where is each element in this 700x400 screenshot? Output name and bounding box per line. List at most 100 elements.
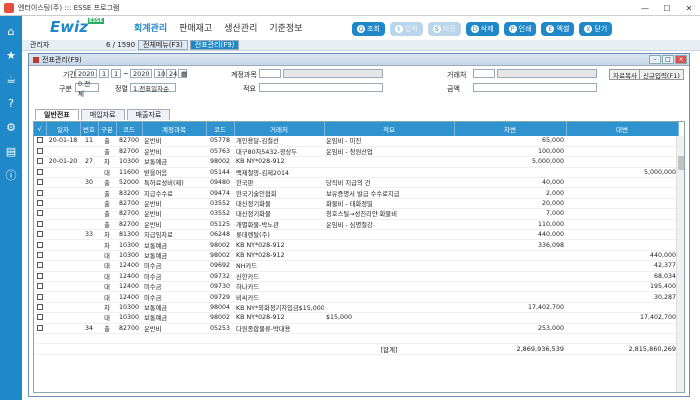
search-button[interactable]: Q 조회 — [352, 22, 385, 36]
col-type[interactable]: 구분 — [98, 122, 117, 136]
table-row[interactable]: 대 11600 받을어음 05144 백제철망-김제2014 5,000,000 — [34, 167, 678, 179]
calendar-icon[interactable]: ▦ — [178, 69, 187, 78]
tab-general-voucher[interactable]: 일반전표 — [35, 109, 79, 120]
table-row[interactable]: 출 82700 운반비 05763 대구80자5432-광상두 운임비 - 청원산업 100… — [34, 146, 678, 158]
new-entry-button[interactable]: 신규입력(F1) — [639, 69, 684, 80]
row-checkbox[interactable] — [34, 136, 46, 147]
checkbox[interactable] — [37, 220, 43, 227]
row-checkbox[interactable] — [34, 302, 46, 314]
row-checkbox[interactable] — [34, 323, 46, 334]
from-month[interactable]: 1 — [99, 69, 109, 78]
help-icon[interactable]: ? — [8, 94, 14, 112]
row-checkbox[interactable] — [34, 250, 46, 262]
table-row[interactable]: 34 출 82700 운반비 05253 다원종합물류-박대용 253,000 — [34, 323, 678, 334]
checkbox[interactable] — [37, 272, 43, 279]
save-button[interactable]: S 저장 — [427, 22, 461, 36]
sort-select[interactable]: 1.전표일자순 — [130, 83, 176, 93]
table-row[interactable]: 30 출 52000 특허료성비(제) 09480 한국판 당직비 지급의 건 40,000 — [34, 177, 678, 189]
from-day[interactable]: 1 — [111, 69, 121, 78]
checkbox[interactable] — [37, 158, 43, 165]
row-checkbox[interactable] — [34, 260, 46, 272]
table-row[interactable]: 33 차 81300 지급임차료 06248 롯데렌탈(주) 440,000 — [34, 229, 678, 241]
checkbox[interactable] — [37, 293, 43, 300]
col-check[interactable]: √ — [34, 122, 47, 136]
checkbox[interactable] — [37, 148, 43, 155]
tab-purchase[interactable]: 매입자료 — [80, 109, 125, 120]
row-checkbox[interactable] — [34, 198, 46, 210]
menu-accounting[interactable]: 회계관리 — [134, 21, 167, 34]
minimize-button[interactable]: — — [634, 0, 656, 16]
checkbox[interactable] — [37, 262, 43, 269]
col-vendor[interactable]: 거래처 — [234, 122, 325, 136]
checkbox[interactable] — [37, 200, 43, 207]
insert-button[interactable]: I 입력 — [389, 22, 423, 36]
row-checkbox[interactable] — [34, 219, 46, 231]
table-row[interactable]: 출 83200 지급수수료 09474 한국기술인협회 보유증명서 발급 수수료지급 2,0… — [34, 187, 678, 199]
row-checkbox[interactable] — [34, 239, 46, 251]
to-day[interactable]: 24 — [166, 69, 177, 78]
row-checkbox[interactable] — [34, 312, 46, 324]
sub-close-button[interactable]: × — [675, 55, 687, 64]
col-memo[interactable]: 적요 — [324, 122, 455, 136]
memo-input[interactable] — [259, 83, 383, 92]
row-checkbox[interactable] — [34, 208, 46, 220]
checkbox[interactable] — [37, 283, 43, 290]
amount-input[interactable] — [473, 83, 597, 92]
checkbox[interactable] — [37, 251, 43, 258]
tab-sales[interactable]: 매출자료 — [126, 109, 171, 120]
table-row[interactable]: 20-01-20 27 차 10300 보통예금 98002 KB NY*028-912 5,… — [34, 156, 678, 168]
gear-icon[interactable]: ⚙ — [6, 118, 16, 136]
vendor-code[interactable] — [473, 69, 495, 78]
checkbox[interactable] — [37, 324, 43, 331]
menu-master-data[interactable]: 기준정보 — [269, 21, 302, 34]
table-row[interactable]: 대 12400 미수금 09729 비씨카드 30,287 — [34, 291, 678, 303]
type-select[interactable]: 0.전체 — [75, 80, 99, 98]
col-credit[interactable]: 대변 — [566, 122, 679, 136]
vertical-scrollbar[interactable] — [676, 136, 684, 392]
checkbox[interactable] — [37, 231, 43, 238]
row-checkbox[interactable] — [34, 167, 46, 179]
close-button[interactable]: ✕ — [678, 0, 700, 16]
checkbox[interactable] — [37, 168, 43, 175]
checkbox[interactable] — [37, 241, 43, 248]
table-row[interactable]: 출 82700 운반비 03552 대신정기화물 청호스틸→성진리얀 화물비 7,000 — [34, 208, 678, 220]
col-date[interactable]: 일자 — [46, 122, 81, 136]
table-row[interactable]: 대 10300 보통예금 98002 KB NY*028-912 440,000 — [34, 250, 678, 262]
table-row[interactable]: 출 82700 운반비 05125 개별화물-박노관 운임비 - 심명철강 110,000 — [34, 219, 678, 231]
menu-production[interactable]: 생산관리 — [224, 21, 257, 34]
table-row[interactable]: 대 12400 미수금 09730 하나카드 195,400 — [34, 281, 678, 293]
sub-maximize-button[interactable]: □ — [662, 55, 674, 64]
row-checkbox[interactable] — [34, 156, 46, 168]
printer-icon[interactable]: ▤ — [6, 142, 16, 160]
tab-all-menu[interactable]: 전체메뉴(F3) — [138, 40, 188, 50]
close-window-button[interactable]: X 닫기 — [579, 22, 613, 36]
row-checkbox[interactable] — [34, 229, 46, 241]
copy-data-button[interactable]: 자료복사 — [609, 69, 641, 80]
checkbox[interactable] — [37, 179, 43, 186]
row-checkbox[interactable] — [34, 271, 46, 282]
row-checkbox[interactable] — [34, 146, 46, 158]
table-row[interactable]: 대 12400 미수금 09732 신한카드 68,034 — [34, 271, 678, 282]
table-row[interactable]: 출 82700 운반비 03552 대신정기화물 화물비 - 태화정밀 20,000 — [34, 198, 678, 210]
checkbox[interactable] — [37, 210, 43, 217]
menu-sales-inventory[interactable]: 판매재고 — [179, 21, 212, 34]
table-row[interactable]: 20-01-18 11 출 82700 운반비 05778 개인용달-김철선 운임비 - 미진… — [34, 136, 678, 147]
table-row[interactable]: 대 12400 미수금 09692 NH카드 42,377 — [34, 260, 678, 272]
coffee-icon[interactable]: ☕ — [6, 70, 16, 88]
table-row[interactable]: 차 10300 보통예금 98004 KB NY*외화정기자입금$15,000 17,40… — [34, 302, 678, 314]
home-icon[interactable]: ⌂ — [8, 22, 15, 40]
col-account-code[interactable]: 코드 — [116, 122, 143, 136]
tab-voucher[interactable]: 전표관리(F9) — [189, 40, 240, 50]
table-row[interactable]: 대 10300 보통예금 98002 KB NY*028-912 $15,000 17,40… — [34, 312, 678, 324]
table-row[interactable]: 차 10300 보통예금 98002 KB NY*028-912 336,098 — [34, 239, 678, 251]
col-account[interactable]: 계정과목 — [142, 122, 207, 136]
delete-button[interactable]: D 삭제 — [465, 22, 499, 36]
checkbox[interactable] — [37, 314, 43, 321]
row-checkbox[interactable] — [34, 281, 46, 293]
print-button[interactable]: P 인쇄 — [503, 22, 537, 36]
to-month[interactable]: 10 — [154, 69, 165, 78]
checkbox[interactable] — [37, 189, 43, 196]
col-debit[interactable]: 차변 — [454, 122, 567, 136]
info-icon[interactable]: ⓘ — [6, 166, 17, 184]
col-vendor-code[interactable]: 코드 — [206, 122, 235, 136]
